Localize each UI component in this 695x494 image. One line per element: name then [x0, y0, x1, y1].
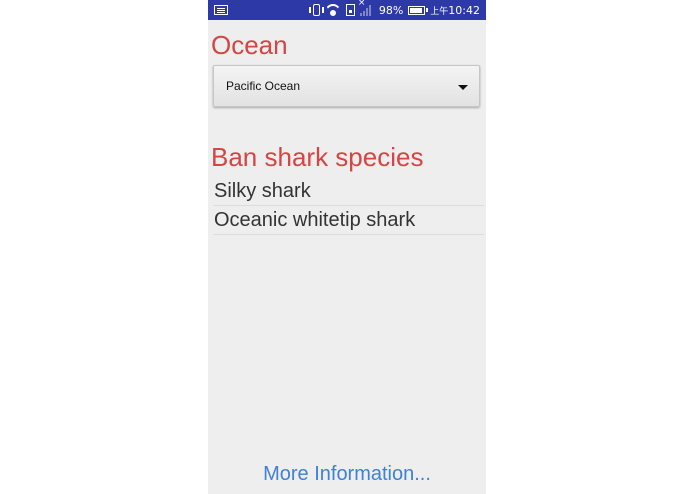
- clock-ampm: 上午: [430, 6, 449, 17]
- battery-percent: 98%: [378, 3, 404, 17]
- status-bar: × 98% 上午10:42: [208, 0, 486, 20]
- status-icons: × 98% 上午10:42: [308, 0, 480, 18]
- wifi-icon: [325, 4, 341, 16]
- more-information-link[interactable]: More Information...: [208, 461, 486, 487]
- species-list: Silky shark Oceanic whitetip shark: [213, 177, 484, 235]
- ocean-dropdown-value: Pacific Ocean: [226, 79, 301, 93]
- battery-icon: [408, 5, 429, 15]
- species-item[interactable]: Silky shark: [213, 177, 484, 206]
- no-signal-mark: ×: [357, 0, 366, 8]
- sim-icon: [345, 4, 355, 16]
- dropdown-arrow-icon: [458, 85, 468, 90]
- species-item[interactable]: Oceanic whitetip shark: [213, 206, 484, 235]
- species-heading: Ban shark species: [211, 142, 424, 172]
- ocean-heading: Ocean: [211, 30, 288, 60]
- clock-time: 10:42: [448, 3, 480, 17]
- keyboard-icon: [214, 5, 228, 15]
- app-screen: × 98% 上午10:42 Ocean Pacific Ocean Ban sh…: [208, 0, 486, 494]
- signal-icon: ×: [358, 0, 374, 16]
- vibrate-icon: [308, 4, 324, 16]
- ocean-dropdown[interactable]: Pacific Ocean: [213, 65, 480, 107]
